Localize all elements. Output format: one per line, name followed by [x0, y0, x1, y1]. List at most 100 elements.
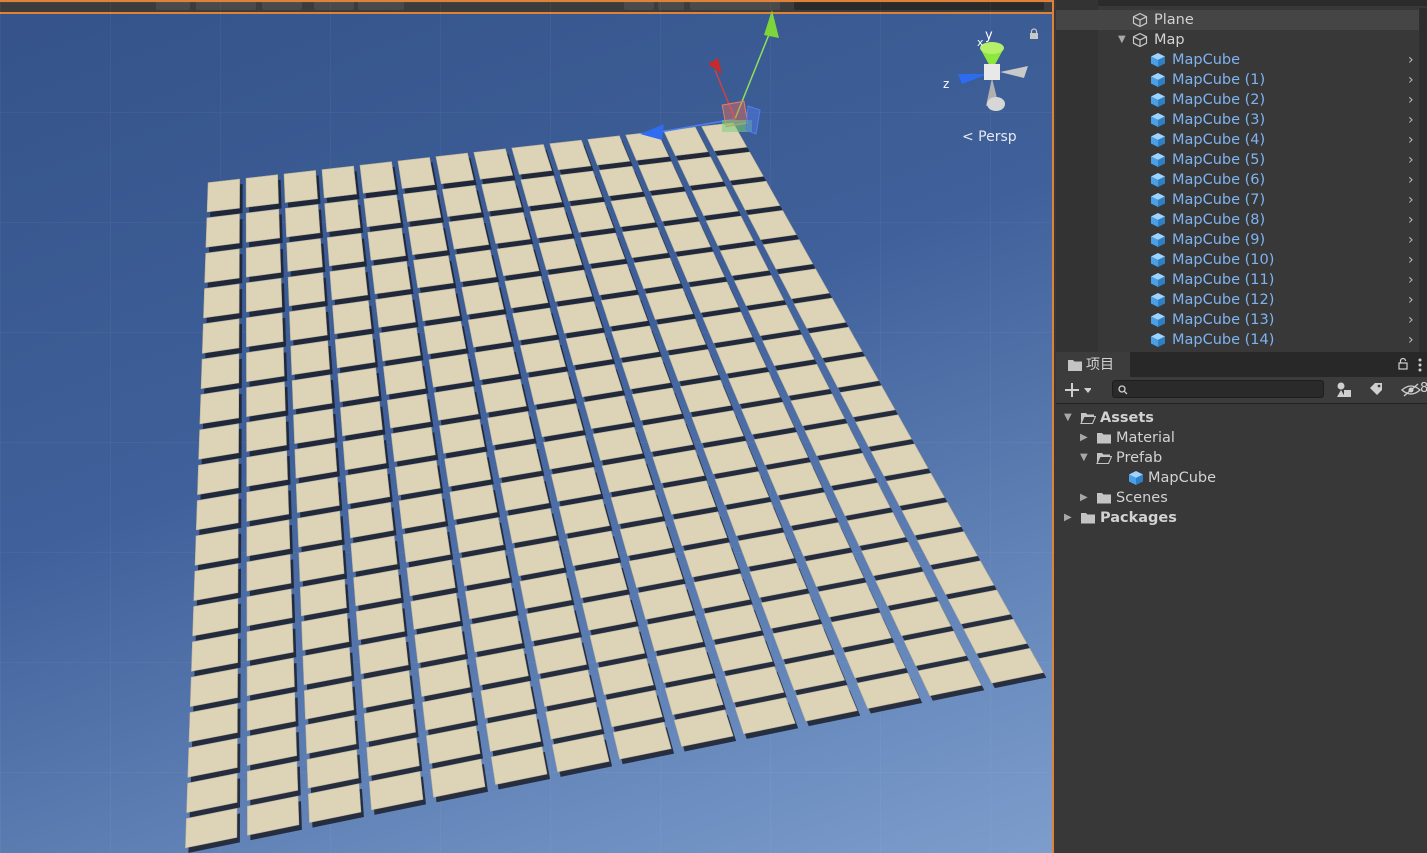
hierarchy-item-mapcube[interactable]: MapCube (5) ›: [1056, 150, 1427, 170]
hierarchy-item-map[interactable]: ▼ Map: [1056, 30, 1427, 50]
map-cube-tile[interactable]: [321, 165, 357, 199]
map-cube-tile[interactable]: [359, 161, 396, 194]
map-cube-tile[interactable]: [201, 318, 240, 354]
map-cube-tile[interactable]: [423, 320, 467, 355]
hierarchy-item-mapcube[interactable]: MapCube (3) ›: [1056, 110, 1427, 130]
map-cube-tile[interactable]: [246, 346, 285, 383]
map-cube-tile[interactable]: [454, 249, 497, 283]
open-prefab-chevron-icon[interactable]: ›: [1408, 290, 1414, 310]
open-prefab-chevron-icon[interactable]: ›: [1408, 70, 1414, 90]
map-cube-tile[interactable]: [418, 288, 460, 322]
hierarchy-item-mapcube[interactable]: MapCube (6) ›: [1056, 170, 1427, 190]
map-cube-tile[interactable]: [496, 244, 540, 277]
open-prefab-chevron-icon[interactable]: ›: [1408, 210, 1414, 230]
lock-icon[interactable]: [1028, 28, 1040, 40]
map-cube-tile[interactable]: [334, 333, 376, 369]
map-cube-tile[interactable]: [363, 194, 401, 228]
hierarchy-item-mapcube[interactable]: MapCube (9) ›: [1056, 230, 1427, 250]
hierarchy-item-mapcube[interactable]: MapCube (13) ›: [1056, 310, 1427, 330]
hierarchy-item-mapcube[interactable]: MapCube (11) ›: [1056, 270, 1427, 290]
hierarchy-item-mapcube[interactable]: MapCube (4) ›: [1056, 130, 1427, 150]
map-cube-tile[interactable]: [371, 260, 411, 295]
map-cube-tile[interactable]: [329, 266, 368, 301]
collapse-arrow-icon[interactable]: ▼: [1064, 413, 1072, 423]
add-button[interactable]: [1065, 382, 1091, 398]
more-options-icon[interactable]: [1418, 358, 1422, 372]
map-cube-tile[interactable]: [324, 199, 361, 233]
map-cube-tile[interactable]: [204, 248, 240, 283]
map-cube-tile[interactable]: [379, 327, 421, 362]
map-cube-tile[interactable]: [488, 212, 531, 244]
map-cube-tile[interactable]: [435, 152, 475, 185]
map-cube-tile[interactable]: [287, 272, 326, 307]
expand-arrow-icon[interactable]: ▶: [1080, 433, 1088, 443]
collapse-arrow-icon[interactable]: ▼: [1080, 453, 1088, 463]
open-prefab-chevron-icon[interactable]: ›: [1408, 250, 1414, 270]
map-cube-tile[interactable]: [337, 367, 380, 403]
type-filter-icon[interactable]: [1336, 382, 1352, 398]
scenes-folder[interactable]: ▶ Scenes: [1056, 488, 1427, 508]
packages-folder[interactable]: ▶ Packages: [1056, 508, 1427, 528]
hierarchy-item-mapcube[interactable]: MapCube (1) ›: [1056, 70, 1427, 90]
map-cube-tile[interactable]: [428, 353, 473, 388]
map-cube-tile[interactable]: [547, 269, 593, 302]
hierarchy-scrollbar[interactable]: [1419, 8, 1427, 352]
gizmo-center-cube[interactable]: [984, 64, 1000, 80]
map-cube-tile[interactable]: [283, 170, 318, 203]
projection-toggle[interactable]: < Persp: [962, 129, 1017, 145]
map-cube-tile[interactable]: [332, 300, 372, 335]
hierarchy-item-mapcube[interactable]: MapCube (2) ›: [1056, 90, 1427, 110]
map-cube-tile[interactable]: [285, 204, 321, 238]
map-cube-tile[interactable]: [397, 157, 435, 189]
label-filter-icon[interactable]: [1369, 382, 1383, 396]
tab-project[interactable]: 项目: [1056, 352, 1130, 377]
map-cube-tile[interactable]: [402, 189, 442, 222]
open-prefab-chevron-icon[interactable]: ›: [1408, 230, 1414, 250]
map-cube-tile[interactable]: [473, 148, 514, 180]
map-cube-tile[interactable]: [245, 174, 279, 208]
mapcube-prefab-asset[interactable]: MapCube: [1056, 468, 1427, 488]
prefab-folder[interactable]: ▼ Prefab: [1056, 448, 1427, 468]
map-cube-tile[interactable]: [205, 213, 240, 248]
scene-view[interactable]: y x z < Persp: [0, 0, 1054, 853]
hierarchy-item-mapcube[interactable]: MapCube (12) ›: [1056, 290, 1427, 310]
map-cube-tile[interactable]: [203, 283, 240, 319]
material-folder[interactable]: ▶ Material: [1056, 428, 1427, 448]
map-cube-tile[interactable]: [326, 233, 365, 267]
open-prefab-chevron-icon[interactable]: ›: [1408, 110, 1414, 130]
map-cube-tile[interactable]: [556, 301, 603, 334]
map-cube-tile[interactable]: [246, 381, 286, 417]
hierarchy-item-mapcube[interactable]: MapCube (8) ›: [1056, 210, 1427, 230]
map-cube-tile[interactable]: [565, 332, 613, 366]
map-cube-tile[interactable]: [286, 238, 323, 272]
lock-icon[interactable]: [1398, 358, 1408, 370]
map-cube-tile[interactable]: [198, 423, 239, 460]
hidden-packages-icon[interactable]: [1401, 383, 1421, 397]
map-cube-tile[interactable]: [290, 340, 330, 376]
map-cube-tile[interactable]: [245, 208, 280, 243]
map-cube-tile[interactable]: [442, 185, 482, 217]
open-prefab-chevron-icon[interactable]: ›: [1408, 50, 1414, 70]
map-cube-tile[interactable]: [467, 314, 512, 348]
map-cube-tile[interactable]: [512, 307, 558, 341]
open-prefab-chevron-icon[interactable]: ›: [1408, 190, 1414, 210]
expand-arrow-icon[interactable]: ▶: [1064, 513, 1072, 523]
map-cube-tile[interactable]: [461, 281, 505, 315]
map-cube-tile[interactable]: [245, 243, 282, 278]
scene-viewport[interactable]: y x z: [0, 2, 1052, 853]
map-cube-tile[interactable]: [519, 339, 566, 373]
map-cube-tile[interactable]: [481, 180, 522, 212]
expand-arrow-icon[interactable]: ▶: [1080, 493, 1088, 503]
map-cube-tile[interactable]: [340, 401, 383, 437]
map-cube-tile[interactable]: [291, 374, 333, 410]
hierarchy-item-mapcube[interactable]: MapCube ›: [1056, 50, 1427, 70]
hierarchy-item-mapcube[interactable]: MapCube (14) ›: [1056, 330, 1427, 350]
map-cube-tile[interactable]: [293, 408, 335, 445]
map-cube-tile[interactable]: [289, 306, 328, 341]
open-prefab-chevron-icon[interactable]: ›: [1408, 150, 1414, 170]
map-cube-tile[interactable]: [413, 255, 454, 289]
map-cube-tile[interactable]: [245, 277, 283, 313]
map-cube-tile[interactable]: [448, 217, 490, 250]
open-prefab-chevron-icon[interactable]: ›: [1408, 130, 1414, 150]
map-cube-tile[interactable]: [474, 346, 520, 381]
